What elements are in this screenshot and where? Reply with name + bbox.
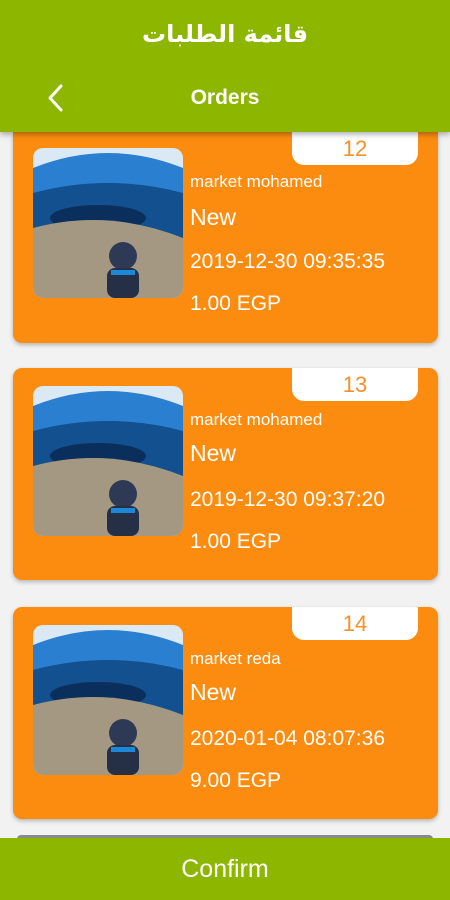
order-date: 2019-12-30 09:35:35 bbox=[190, 250, 385, 273]
market-name: market reda bbox=[190, 649, 281, 668]
market-name: market mohamed bbox=[190, 410, 323, 429]
order-image bbox=[33, 148, 183, 298]
order-number: 14 bbox=[292, 607, 418, 640]
back-button[interactable] bbox=[36, 78, 76, 118]
order-status: New bbox=[190, 204, 237, 230]
order-price: 1.00 EGP bbox=[190, 292, 282, 315]
order-number: 12 bbox=[292, 132, 418, 165]
order-card[interactable]: 13 market mohamed New 2019-12-30 09:37:2… bbox=[13, 368, 438, 580]
order-status: New bbox=[190, 440, 237, 466]
order-status: New bbox=[190, 679, 237, 705]
order-date: 2019-12-30 09:37:20 bbox=[190, 488, 385, 511]
order-number: 13 bbox=[292, 368, 418, 401]
orders-list[interactable]: 12 market mohamed New 2019-12-30 09:35:3… bbox=[0, 132, 450, 838]
order-card[interactable]: 12 market mohamed New 2019-12-30 09:35:3… bbox=[13, 132, 438, 343]
order-card[interactable]: 14 market reda New 2020-01-04 08:07:36 9… bbox=[13, 607, 438, 819]
confirm-button[interactable]: Confirm bbox=[0, 838, 450, 900]
app-header: قائمة الطلبات Orders bbox=[0, 0, 450, 132]
order-image bbox=[33, 625, 183, 775]
order-image bbox=[33, 386, 183, 536]
market-name: market mohamed bbox=[190, 172, 323, 191]
order-price: 1.00 EGP bbox=[190, 530, 282, 553]
chevron-left-icon bbox=[48, 84, 63, 112]
order-date: 2020-01-04 08:07:36 bbox=[190, 727, 385, 750]
order-price: 9.00 EGP bbox=[190, 769, 282, 792]
arabic-page-title: قائمة الطلبات bbox=[141, 20, 309, 48]
